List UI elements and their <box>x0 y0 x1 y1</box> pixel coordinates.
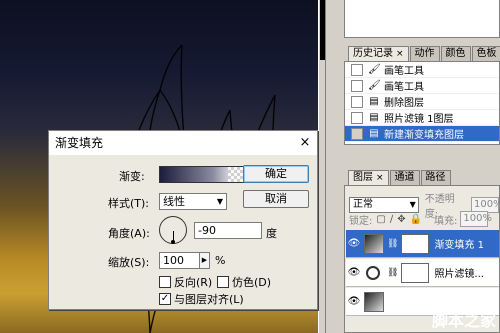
right-panels: 历史记录 × 动作 颜色 色板 🖌 画笔工具 🖌 画笔工具 ▤ 删除图层 ▤ 照片… <box>326 0 500 333</box>
document-icon: ▤ <box>369 112 379 123</box>
history-item[interactable]: ▤ 照片滤镜 1图层 <box>345 110 499 126</box>
angle-input[interactable]: -90 <box>194 222 262 239</box>
history-list: 🖌 画笔工具 🖌 画笔工具 ▤ 删除图层 ▤ 照片滤镜 1图层 ▤ 新建渐变填充… <box>344 61 500 145</box>
cancel-button[interactable]: 取消 <box>243 190 309 208</box>
history-item[interactable]: 🖌 画笔工具 <box>345 62 499 78</box>
lock-brush-icon[interactable]: ∕ <box>390 214 393 225</box>
document-icon: ▤ <box>369 96 379 107</box>
tab-history[interactable]: 历史记录 × <box>348 46 409 61</box>
history-item[interactable]: 🖌 画笔工具 <box>345 78 499 94</box>
chevron-down-icon: ▼ <box>216 197 223 206</box>
align-checkbox[interactable]: ✓ <box>159 293 171 305</box>
dither-checkbox-row[interactable]: 仿色(D) <box>217 274 271 290</box>
chevron-down-icon: ▼ <box>409 200 416 209</box>
angle-unit: 度 <box>266 227 277 240</box>
snapshot-checkbox[interactable] <box>351 127 363 140</box>
lock-icon[interactable]: 🔒 <box>410 214 422 225</box>
style-select[interactable]: 线性 ▼ <box>159 193 227 210</box>
link-icon: ⛓ <box>387 267 399 278</box>
scale-spinner[interactable]: ▶ <box>199 252 210 269</box>
style-label: 样式(T): <box>108 197 150 210</box>
scale-label: 缩放(S): <box>108 256 150 269</box>
watermark: jb51.net 脚本之家 <box>431 292 496 330</box>
panel-top-blank <box>344 0 500 38</box>
reverse-checkbox[interactable] <box>159 276 171 288</box>
layers-tabs: 图层 × 通道 路径 <box>348 170 452 185</box>
dither-checkbox[interactable] <box>217 276 229 288</box>
close-icon[interactable]: × <box>297 135 313 151</box>
fill-input[interactable]: 100% <box>460 211 492 227</box>
tab-color[interactable]: 颜色 <box>440 46 471 61</box>
layer-name: 渐变填充 1 <box>434 240 484 251</box>
document-icon: ▤ <box>369 128 379 139</box>
snapshot-checkbox[interactable] <box>351 63 363 76</box>
snapshot-checkbox[interactable] <box>351 95 363 108</box>
angle-label: 角度(A): <box>108 227 150 240</box>
canvas-scrollbar[interactable] <box>318 0 326 333</box>
tab-swatches[interactable]: 色板 <box>471 46 500 61</box>
scale-unit: % <box>215 254 226 267</box>
history-item-label: 新建渐变填充图层 <box>384 130 464 141</box>
history-item-selected[interactable]: ▤ 新建渐变填充图层 <box>345 126 499 142</box>
snapshot-checkbox[interactable] <box>351 79 363 92</box>
history-item[interactable]: ▤ 删除图层 <box>345 94 499 110</box>
gradient-fill-dialog: 渐变填充 × 渐变: ▼ 样式(T): 线性▼ 角度(A): -90 度 缩放(… <box>48 130 318 310</box>
dialog-title: 渐变填充 <box>49 131 317 155</box>
fill-label: 填充: <box>434 215 458 227</box>
lock-move-icon[interactable]: ✥ <box>397 214 405 225</box>
history-item-label: 照片滤镜 1图层 <box>384 114 454 125</box>
history-item-label: 画笔工具 <box>384 82 424 93</box>
tab-paths[interactable]: 路径 <box>420 170 451 185</box>
layer-thumbnail <box>364 291 384 312</box>
lock-label: 锁定: <box>349 215 373 227</box>
ok-button[interactable]: 确定 <box>243 165 309 183</box>
angle-dial[interactable] <box>159 216 187 244</box>
tab-actions[interactable]: 动作 <box>409 46 440 61</box>
link-icon: ⛓ <box>387 238 399 249</box>
reverse-checkbox-row[interactable]: 反向(R) <box>159 274 212 290</box>
tab-layers[interactable]: 图层 × <box>348 170 389 185</box>
history-item-label: 画笔工具 <box>384 66 424 77</box>
layer-row-selected[interactable]: 👁 ⛓ 渐变填充 1 <box>346 230 499 258</box>
adjustment-thumbnail <box>366 265 380 280</box>
mask-thumbnail <box>401 262 430 283</box>
eye-icon[interactable]: 👁 <box>346 267 362 278</box>
gradient-thumbnail <box>364 233 384 254</box>
align-checkbox-row[interactable]: ✓ 与图层对齐(L) <box>159 291 244 307</box>
layer-name: 照片滤镜... <box>434 269 484 280</box>
history-tabs: 历史记录 × 动作 颜色 色板 <box>348 46 500 61</box>
history-item-label: 删除图层 <box>384 98 424 109</box>
scale-input[interactable]: 100 <box>159 252 200 269</box>
eye-icon[interactable]: 👁 <box>346 238 362 249</box>
brush-icon: 🖌 <box>368 64 381 75</box>
mask-thumbnail <box>401 233 430 254</box>
tab-channels[interactable]: 通道 <box>389 170 420 185</box>
brush-icon: 🖌 <box>368 80 381 91</box>
gradient-label: 渐变: <box>119 170 145 183</box>
close-icon[interactable]: × <box>376 173 384 183</box>
lock-transparent-icon[interactable]: ▢ <box>376 214 385 225</box>
close-icon[interactable]: × <box>396 49 404 59</box>
snapshot-checkbox[interactable] <box>351 111 363 124</box>
layer-row[interactable]: 👁 ⛓ 照片滤镜... <box>346 259 499 287</box>
eye-icon[interactable]: 👁 <box>346 296 362 307</box>
